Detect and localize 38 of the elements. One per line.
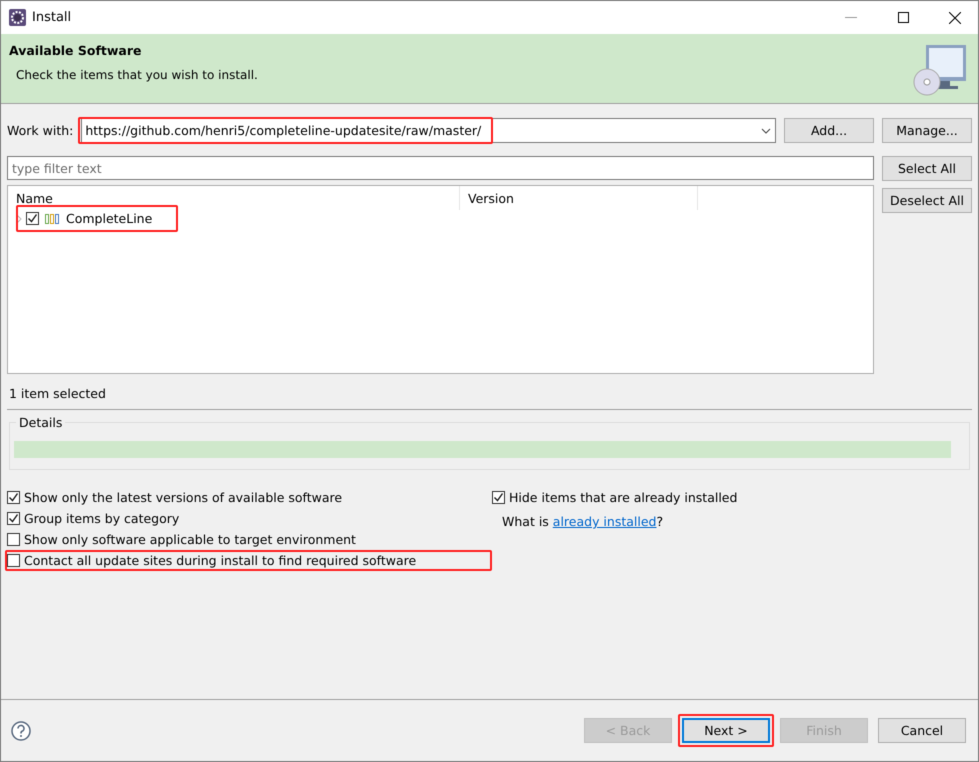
window-title: Install (32, 10, 72, 25)
checkbox[interactable] (7, 533, 20, 546)
maximize-icon (898, 12, 908, 23)
banner-title: Available Software (9, 43, 143, 58)
work-with-label: Work with: (7, 123, 74, 138)
feature-icon (45, 214, 60, 224)
checkbox[interactable] (7, 554, 20, 567)
close-icon (949, 12, 961, 24)
option-label: Hide items that are already installed (509, 490, 738, 505)
add-button[interactable]: Add... (784, 118, 874, 143)
url-text: https://github.com/henri5/completeline-updatesite/raw/master/ (85, 123, 482, 138)
deselect-all-button[interactable]: Deselect All (882, 188, 972, 213)
banner-subtitle: Check the items that you wish to install. (16, 68, 258, 82)
gear-icon (9, 9, 26, 26)
help-icon[interactable] (11, 720, 31, 740)
column-header[interactable]: Name (8, 186, 460, 210)
checkbox[interactable] (492, 491, 505, 504)
checkbox[interactable] (26, 212, 39, 225)
manage-button[interactable]: Manage... (882, 118, 972, 143)
option-label: Show only the latest versions of available software (24, 490, 342, 505)
minimize-icon (845, 16, 857, 18)
dropdown-icon[interactable] (761, 128, 771, 134)
installed-link[interactable]: already installed (552, 514, 656, 529)
select-all-button[interactable]: Select All (882, 156, 972, 181)
group-title: Details (16, 415, 66, 430)
dialog-button[interactable]: Next > (682, 718, 770, 743)
dialog-button[interactable]: Cancel (878, 718, 966, 743)
expand-icon[interactable] (16, 214, 22, 222)
selection-status: 1 item selected (9, 386, 107, 401)
installed-note: What is already installed? (502, 514, 664, 529)
option-label: Contact all update sites during install to find required software (24, 553, 416, 568)
option-label: Show only software applicable to target environment (24, 532, 356, 547)
option-label: Group items by category (24, 511, 180, 526)
checkbox[interactable] (7, 491, 20, 504)
work-with-combo[interactable]: https://github.com/henri5/completeline-updatesite/raw/master/ (81, 118, 776, 143)
column-header[interactable]: Version (460, 186, 698, 210)
checkbox[interactable] (7, 512, 20, 525)
filter-field[interactable]: type filter text (7, 156, 874, 180)
